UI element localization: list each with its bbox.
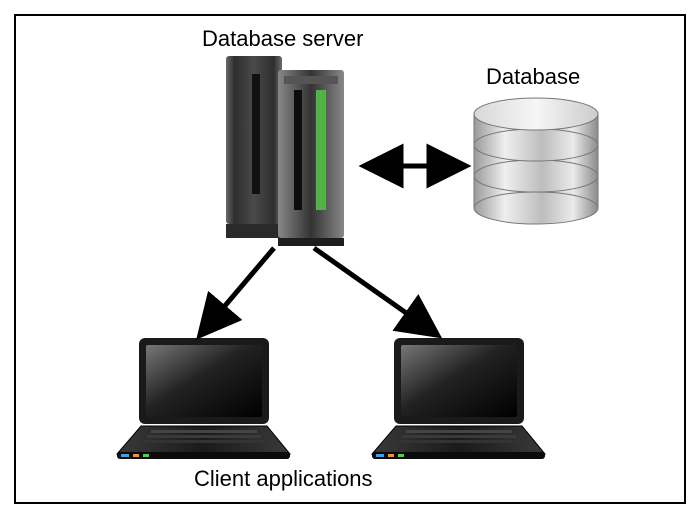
arrows-layer	[16, 16, 688, 506]
edge-server-client2	[314, 248, 436, 334]
diagram-frame: Database server Database Client applicat…	[0, 0, 700, 518]
edge-server-client1	[201, 248, 274, 334]
diagram-border: Database server Database Client applicat…	[14, 14, 686, 504]
